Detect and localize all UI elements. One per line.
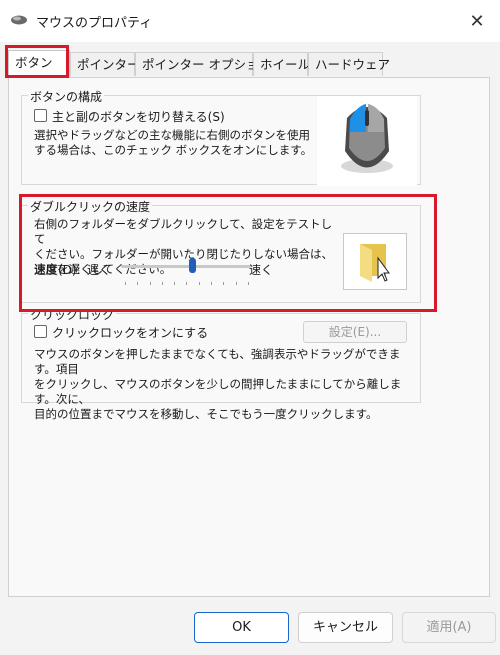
click-lock-checkbox[interactable] <box>34 325 47 338</box>
click-lock-label: クリックロックをオンにする <box>52 326 209 340</box>
click-lock-description: マウスのボタンを押したままでなくても、強調表示やドラッグができます。項目 をクリ… <box>34 347 402 421</box>
double-click-title: ダブルクリックの速度 <box>28 198 153 215</box>
tab-panel: ボタンの構成 主と副のボタンを切り替える(S) 選択やドラッグなどの主な機能に右… <box>8 77 490 597</box>
mouse-image <box>341 104 393 173</box>
swap-buttons-checkbox[interactable] <box>34 109 47 122</box>
tab-strip: ボタン ポインター ポインター オプション ホイール ハードウェア <box>8 50 488 78</box>
speed-slider-ticks <box>125 282 249 286</box>
slow-label: 遅く <box>87 263 112 277</box>
ok-button[interactable]: OK <box>194 612 289 643</box>
folder-icon <box>360 244 390 282</box>
mouse-illustration <box>317 96 417 186</box>
button-config-description: 選択やドラッグなどの主な機能に右側のボタンを使用 する場合は、このチェック ボッ… <box>34 128 313 157</box>
click-lock-settings-button[interactable]: 設定(E)... <box>303 321 407 343</box>
click-lock-title: クリックロック <box>28 306 117 323</box>
mouse-app-icon <box>11 15 27 25</box>
title-bar: マウスのプロパティ ✕ <box>0 0 500 42</box>
mouse-properties-window: マウスのプロパティ ✕ ボタン ポインター ポインター オプション ホイール ハ… <box>0 0 500 655</box>
button-config-title: ボタンの構成 <box>28 88 105 105</box>
speed-slider-track[interactable] <box>121 265 251 268</box>
close-icon: ✕ <box>469 10 485 32</box>
folder-test-area[interactable] <box>343 233 407 290</box>
fast-label: 速く <box>249 263 274 277</box>
tab-pointer-options[interactable]: ポインター オプション <box>135 52 271 76</box>
window-title: マウスのプロパティ <box>36 16 153 31</box>
cancel-button[interactable]: キャンセル <box>298 612 393 643</box>
tab-buttons[interactable]: ボタン <box>8 50 70 78</box>
speed-slider-thumb[interactable] <box>189 258 196 273</box>
tab-wheel[interactable]: ホイール <box>253 52 310 76</box>
swap-buttons-label: 主と副のボタンを切り替える(S) <box>52 110 225 124</box>
close-button[interactable]: ✕ <box>454 0 500 42</box>
tab-hardware[interactable]: ハードウェア <box>308 52 390 76</box>
apply-button[interactable]: 適用(A) <box>402 612 496 643</box>
speed-label: 速度(D): <box>34 263 81 277</box>
tab-pointers[interactable]: ポインター <box>70 52 140 76</box>
